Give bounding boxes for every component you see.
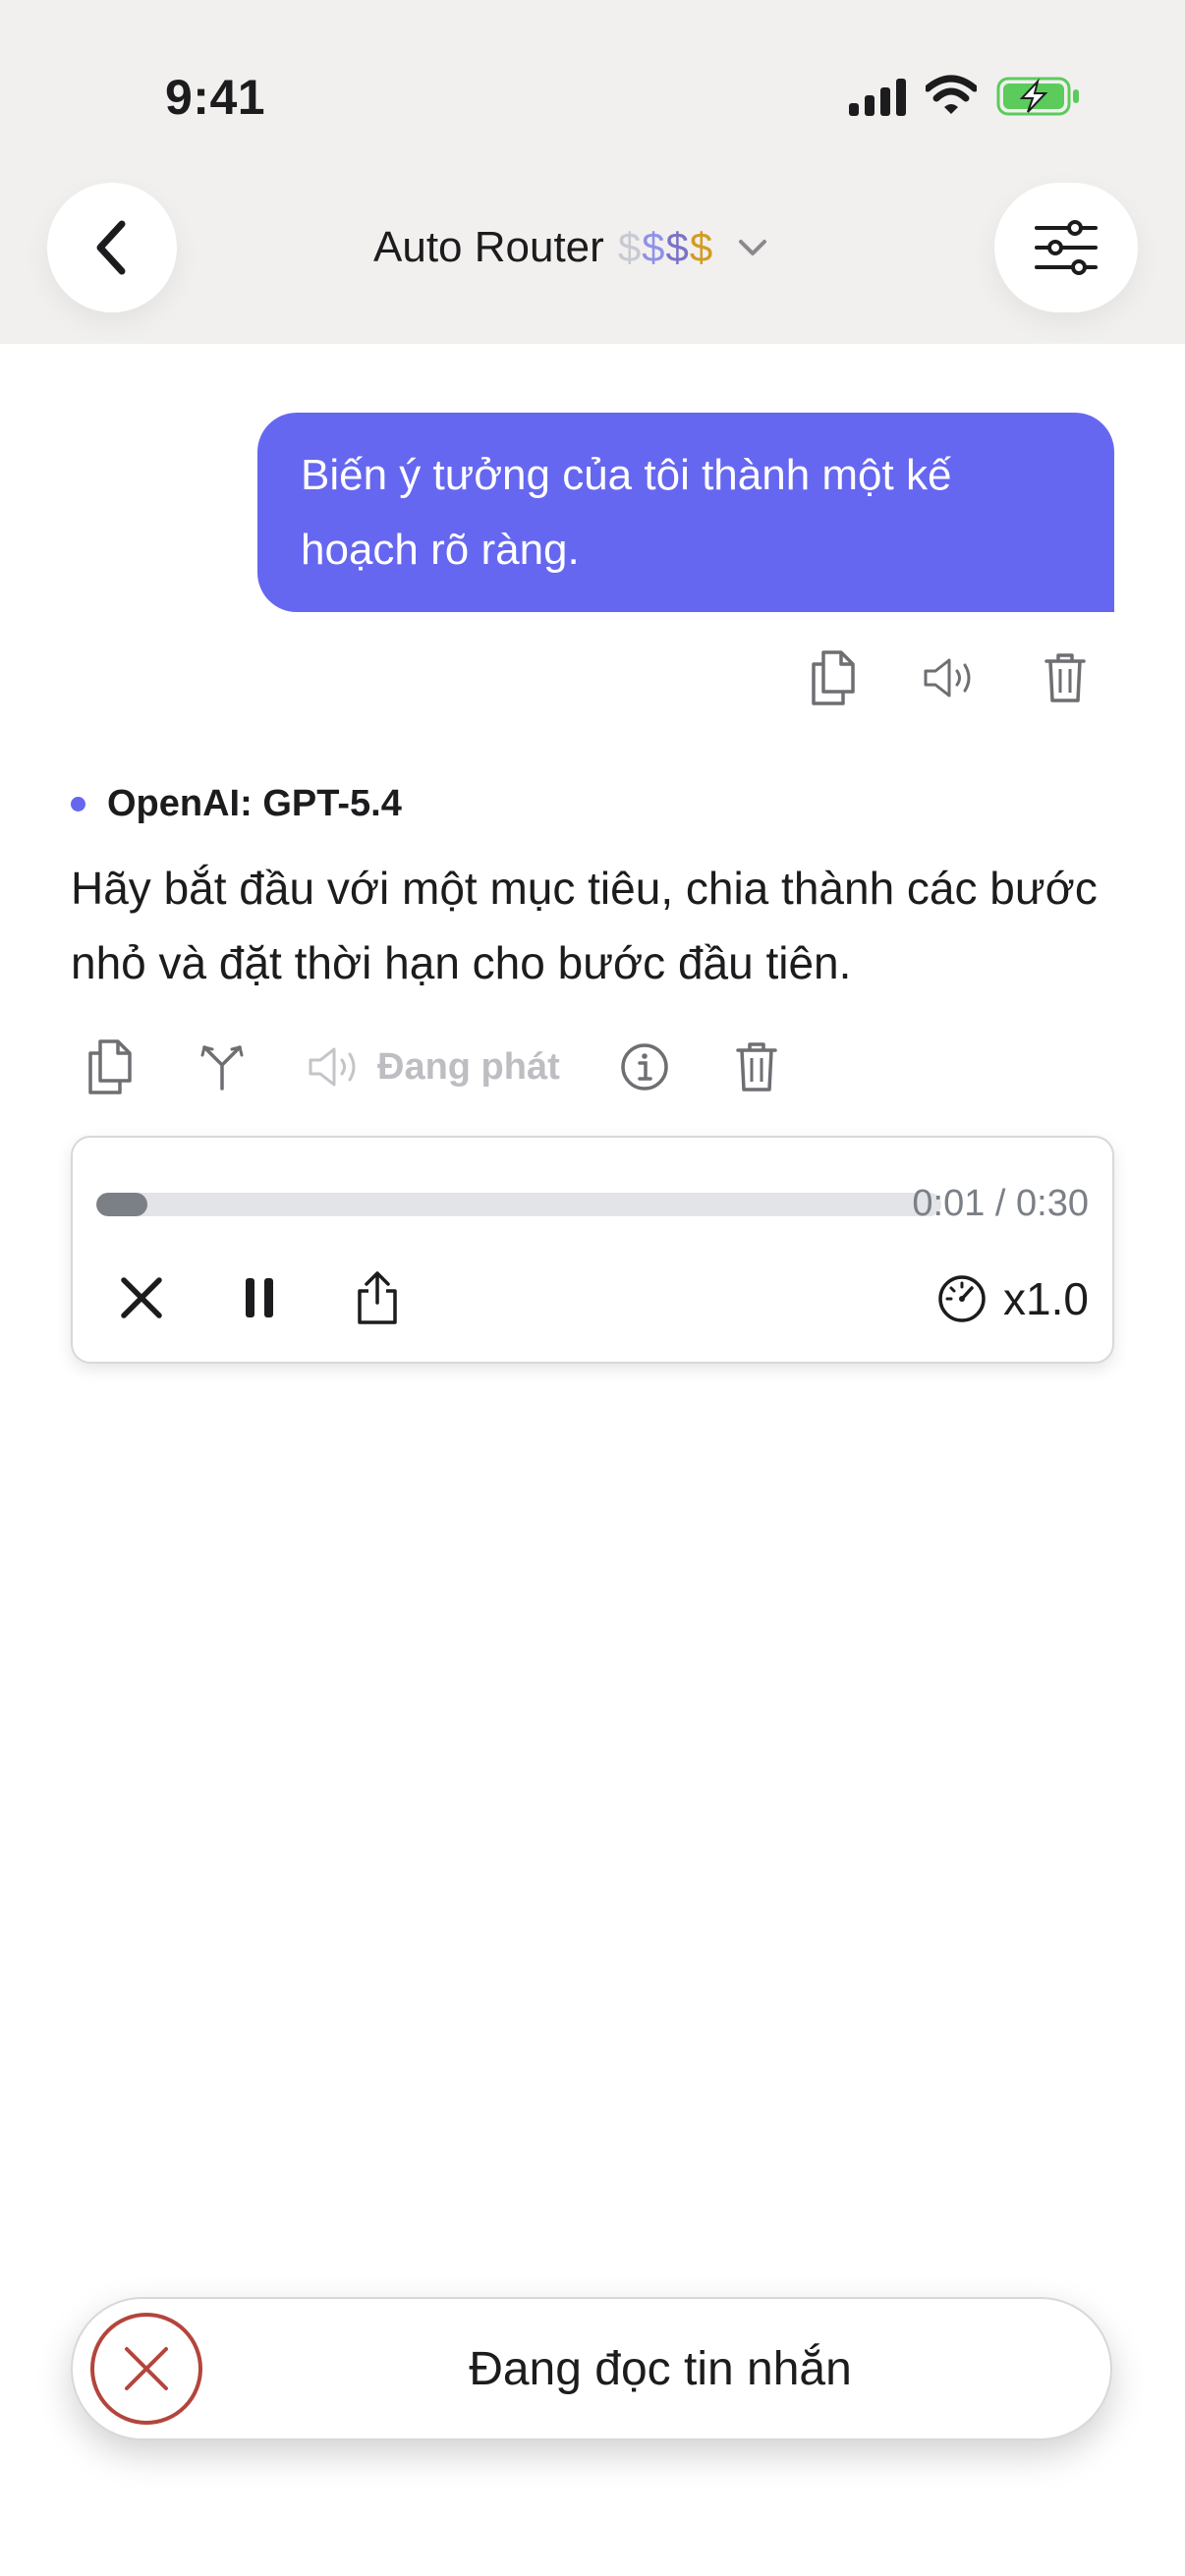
speak-button[interactable] [922,648,977,707]
playback-speed-button[interactable]: x1.0 [936,1267,1089,1330]
user-message-actions [806,648,1093,707]
reading-message-toast: Đang đọc tin nhắn [71,2297,1112,2440]
toast-text: Đang đọc tin nhắn [469,2342,852,2395]
close-icon [125,2347,168,2390]
speaker-icon [924,658,971,698]
info-icon [621,1043,668,1091]
chat-screen: 9:41 Auto Router $ $ $ $ Biến ý tưởng củ… [0,0,1185,2576]
trash-icon [736,1042,777,1092]
assistant-message-text: Hãy bắt đầu với một mục tiêu, chia thành… [71,863,1098,988]
back-button[interactable] [47,183,177,312]
copy-icon [88,1039,132,1094]
stop-reading-button[interactable] [90,2313,202,2425]
speedometer-icon [938,1275,986,1322]
speaker-icon [309,1047,356,1087]
info-button[interactable] [617,1037,672,1096]
playback-progress-fill [96,1193,147,1216]
sliders-icon [1035,220,1098,275]
assistant-message-actions: Đang phát [83,1037,841,1096]
status-bar: 9:41 [0,0,1185,167]
chevron-down-icon [739,240,767,255]
model-name: Auto Router [373,223,604,271]
playback-speed-value: x1.0 [1003,1273,1089,1324]
delete-button[interactable] [1038,648,1093,707]
share-audio-button[interactable] [348,1263,407,1332]
assistant-model-label: OpenAI: GPT-5.4 [71,776,402,831]
wifi-icon [926,75,977,114]
pause-button[interactable] [230,1263,289,1332]
audio-player: 0:01 / 0:30 x1.0 [71,1136,1114,1364]
close-icon [121,1277,162,1318]
model-selector[interactable]: Auto Router $ $ $ $ [373,216,770,279]
copy-button[interactable] [806,648,861,707]
playback-time: 0:01 / 0:30 [912,1183,1089,1224]
copy-icon [812,650,855,705]
close-player-button[interactable] [112,1263,171,1332]
status-time: 9:41 [165,70,266,125]
cellular-signal-icon [849,79,906,116]
top-bar: 9:41 Auto Router $ $ $ $ [0,0,1185,344]
playing-indicator[interactable]: Đang phát [307,1045,560,1089]
playback-progress-bar[interactable] [96,1193,941,1216]
price-tier: $ $ $ $ [617,224,714,270]
battery-charging-icon [996,77,1079,116]
share-icon [358,1271,397,1324]
chevron-left-icon [96,220,126,275]
playing-label: Đang phát [377,1045,560,1088]
pause-icon [246,1278,273,1317]
branch-icon [200,1045,244,1091]
user-message-bubble: Biến ý tưởng của tôi thành một kế hoạch … [257,413,1114,612]
copy-button[interactable] [83,1037,138,1096]
settings-button[interactable] [994,183,1138,312]
delete-button[interactable] [729,1037,784,1096]
model-indicator-dot [71,796,85,812]
branch-button[interactable] [195,1037,250,1096]
trash-icon [1044,653,1086,702]
